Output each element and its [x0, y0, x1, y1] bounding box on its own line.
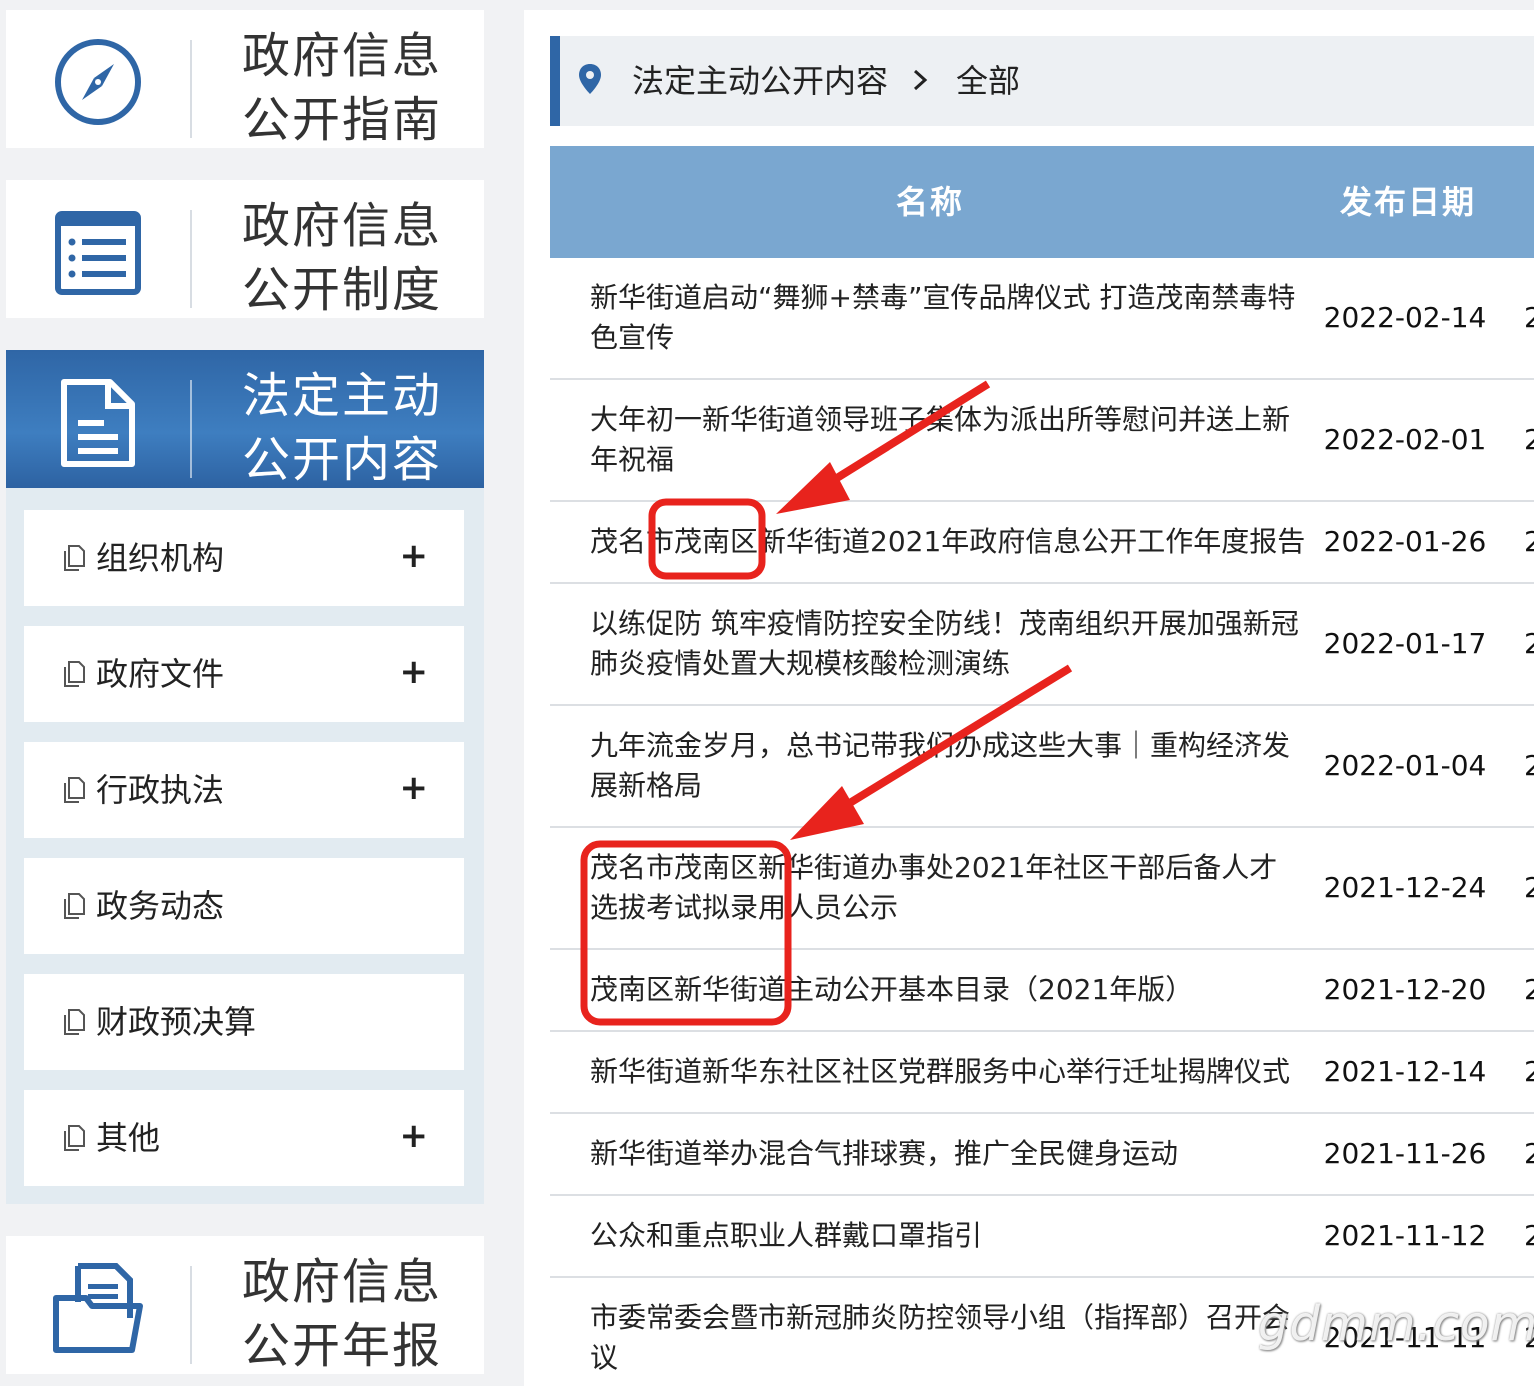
table-row[interactable]: 新华街道启动“舞狮+禁毒”宣传品牌仪式 打造茂南禁毒特色宣传 2022-02-1… [550, 258, 1534, 380]
column-header-date: 发布日期 [1340, 183, 1477, 221]
table-row[interactable]: 公众和重点职业人群戴口罩指引 2021-11-12 2 [550, 1196, 1534, 1278]
row-extra-cell: 2 [1524, 525, 1534, 558]
table-row[interactable]: 大年初一新华街道领导班子集体为派出所等慰问并送上新年祝福 2022-02-01 … [550, 380, 1534, 502]
expand-plus-icon[interactable]: + [400, 650, 429, 694]
table-row[interactable]: 新华街道新华东社区社区党群服务中心举行迁址揭牌仪式 2021-12-14 2 [550, 1032, 1534, 1114]
row-title-link[interactable]: 以练促防 筑牢疫情防控安全防线！茂南组织开展加强新冠肺炎疫情处置大规模核酸检测演… [590, 604, 1302, 684]
nav-card-title-line2: 公开年报 [242, 1318, 443, 1374]
nav-card-active-content[interactable]: 法定主动 公开内容 [6, 350, 484, 488]
compass-icon [55, 39, 141, 125]
location-pin-icon [579, 64, 601, 94]
row-title-link[interactable]: 九年流金岁月，总书记带我们办成这些大事｜重构经济发展新格局 [590, 726, 1302, 806]
row-date: 2022-02-14 [1323, 301, 1487, 334]
row-title-link[interactable]: 茂名市茂南区新华街道2021年政府信息公开工作年度报告 [590, 522, 1310, 562]
expand-plus-icon[interactable]: + [400, 1114, 429, 1158]
table-header: 名称 发布日期 [550, 146, 1534, 258]
nav-card-divider [190, 380, 192, 478]
folder-doc-icon [53, 1263, 143, 1353]
row-date: 2021-12-24 [1323, 871, 1487, 904]
row-extra-cell: 2 [1524, 423, 1534, 456]
nav-card-system[interactable]: 政府信息 公开制度 [6, 180, 484, 318]
row-title-link[interactable]: 新华街道举办混合气排球赛，推广全民健身运动 [590, 1134, 1302, 1174]
breadcrumb-current: 全部 [956, 62, 1021, 100]
main-content: 法定主动公开内容 全部 名称 发布日期 新华街道启动“舞狮+禁毒”宣传品牌仪式 … [524, 10, 1534, 1386]
row-extra-cell: 2 [1524, 1219, 1534, 1252]
submenu-item-label: 财政预决算 [96, 1003, 257, 1041]
row-extra-cell: 2 [1524, 301, 1534, 334]
breadcrumb-section-link[interactable]: 法定主动公开内容 [632, 58, 888, 104]
row-date: 2021-11-26 [1323, 1137, 1487, 1170]
row-title-link[interactable]: 茂南区新华街道主动公开基本目录（2021年版） [590, 970, 1302, 1010]
submenu-item-gov-files[interactable]: 政府文件 + [24, 626, 464, 722]
document-icon [61, 379, 135, 467]
copy-doc-icon [64, 661, 85, 687]
table-row[interactable]: 茂名市茂南区新华街道办事处2021年社区干部后备人才选拔考试拟录用人员公示 20… [550, 828, 1534, 950]
table-row[interactable]: 茂南区新华街道主动公开基本目录（2021年版） 2021-12-20 2 [550, 950, 1534, 1032]
copy-doc-icon [64, 1125, 85, 1151]
row-title-link[interactable]: 大年初一新华街道领导班子集体为派出所等慰问并送上新年祝福 [590, 400, 1302, 480]
row-date: 2022-01-17 [1323, 627, 1487, 660]
sidebar: 政府信息 公开指南 政府信息 公开制度 法定主动 公开内容 组织机构 + 政府文… [0, 0, 488, 1386]
nav-card-title: 法定主动 公开内容 [242, 364, 472, 492]
copy-doc-icon [64, 1009, 85, 1035]
nav-card-title-line2: 公开指南 [242, 92, 443, 148]
row-date: 2022-01-04 [1323, 749, 1487, 782]
nav-card-title-line1: 法定主动 [242, 368, 443, 424]
submenu-item-budget[interactable]: 财政预决算 [24, 974, 464, 1070]
row-date: 2022-02-01 [1323, 423, 1487, 456]
submenu-item-other[interactable]: 其他 + [24, 1090, 464, 1186]
row-date: 2021-12-20 [1323, 973, 1487, 1006]
nav-card-title-line1: 政府信息 [242, 198, 443, 254]
row-extra-cell: 2 [1524, 973, 1534, 1006]
expand-plus-icon[interactable]: + [400, 766, 429, 810]
submenu: 组织机构 + 政府文件 + 行政执法 + 政务动态 财政预决算 其他 + [6, 488, 484, 1204]
nav-card-title-line1: 政府信息 [242, 1254, 443, 1310]
submenu-item-news[interactable]: 政务动态 [24, 858, 464, 954]
nav-card-divider [190, 210, 192, 308]
row-title-link[interactable]: 公众和重点职业人群戴口罩指引 [590, 1216, 1302, 1256]
breadcrumb: 法定主动公开内容 全部 [550, 36, 1534, 126]
row-extra-cell: 2 [1524, 1055, 1534, 1088]
nav-card-title-line1: 政府信息 [242, 28, 443, 84]
submenu-item-label: 行政执法 [96, 771, 225, 809]
row-title-link[interactable]: 市委常委会暨市新冠肺炎防控领导小组（指挥部）召开会议 [590, 1298, 1302, 1378]
row-extra-cell: 2 [1524, 627, 1534, 660]
submenu-item-label: 政务动态 [96, 887, 225, 925]
list-doc-icon [55, 211, 141, 295]
row-date: 2021-11-12 [1323, 1219, 1487, 1252]
expand-plus-icon[interactable]: + [400, 534, 429, 578]
nav-card-divider [190, 40, 192, 138]
submenu-item-org[interactable]: 组织机构 + [24, 510, 464, 606]
nav-card-annual-report[interactable]: 政府信息 公开年报 [6, 1236, 484, 1374]
nav-card-divider [190, 1266, 192, 1364]
row-title-link[interactable]: 新华街道启动“舞狮+禁毒”宣传品牌仪式 打造茂南禁毒特色宣传 [590, 278, 1302, 358]
submenu-item-label: 组织机构 [96, 539, 225, 577]
row-extra-cell: 2 [1524, 1137, 1534, 1170]
submenu-item-label: 政府文件 [96, 655, 225, 693]
row-date: 2021-12-14 [1323, 1055, 1487, 1088]
watermark-logo: gdmm.com [1258, 1296, 1534, 1352]
row-extra-cell: 2 [1524, 749, 1534, 782]
row-title-link[interactable]: 茂名市茂南区新华街道办事处2021年社区干部后备人才选拔考试拟录用人员公示 [590, 848, 1302, 928]
copy-doc-icon [64, 893, 85, 919]
column-header-name: 名称 [896, 183, 965, 221]
table-row[interactable]: 茂名市茂南区新华街道2021年政府信息公开工作年度报告 2022-01-26 2 [550, 502, 1534, 584]
copy-doc-icon [64, 545, 85, 571]
nav-card-title: 政府信息 公开制度 [242, 194, 472, 322]
nav-card-title: 政府信息 公开年报 [242, 1250, 472, 1378]
table-row[interactable]: 九年流金岁月，总书记带我们办成这些大事｜重构经济发展新格局 2022-01-04… [550, 706, 1534, 828]
nav-card-title-line2: 公开内容 [242, 432, 443, 488]
submenu-item-label: 其他 [96, 1119, 161, 1157]
table-row[interactable]: 新华街道举办混合气排球赛，推广全民健身运动 2021-11-26 2 [550, 1114, 1534, 1196]
table-row[interactable]: 以练促防 筑牢疫情防控安全防线！茂南组织开展加强新冠肺炎疫情处置大规模核酸检测演… [550, 584, 1534, 706]
row-date: 2022-01-26 [1323, 525, 1487, 558]
copy-doc-icon [64, 777, 85, 803]
chevron-right-icon [913, 69, 928, 91]
row-title-link[interactable]: 新华街道新华东社区社区党群服务中心举行迁址揭牌仪式 [590, 1052, 1302, 1092]
nav-card-title: 政府信息 公开指南 [242, 24, 472, 152]
nav-card-guide[interactable]: 政府信息 公开指南 [6, 10, 484, 148]
row-extra-cell: 2 [1524, 871, 1534, 904]
submenu-item-enforcement[interactable]: 行政执法 + [24, 742, 464, 838]
nav-card-title-line2: 公开制度 [242, 262, 443, 318]
